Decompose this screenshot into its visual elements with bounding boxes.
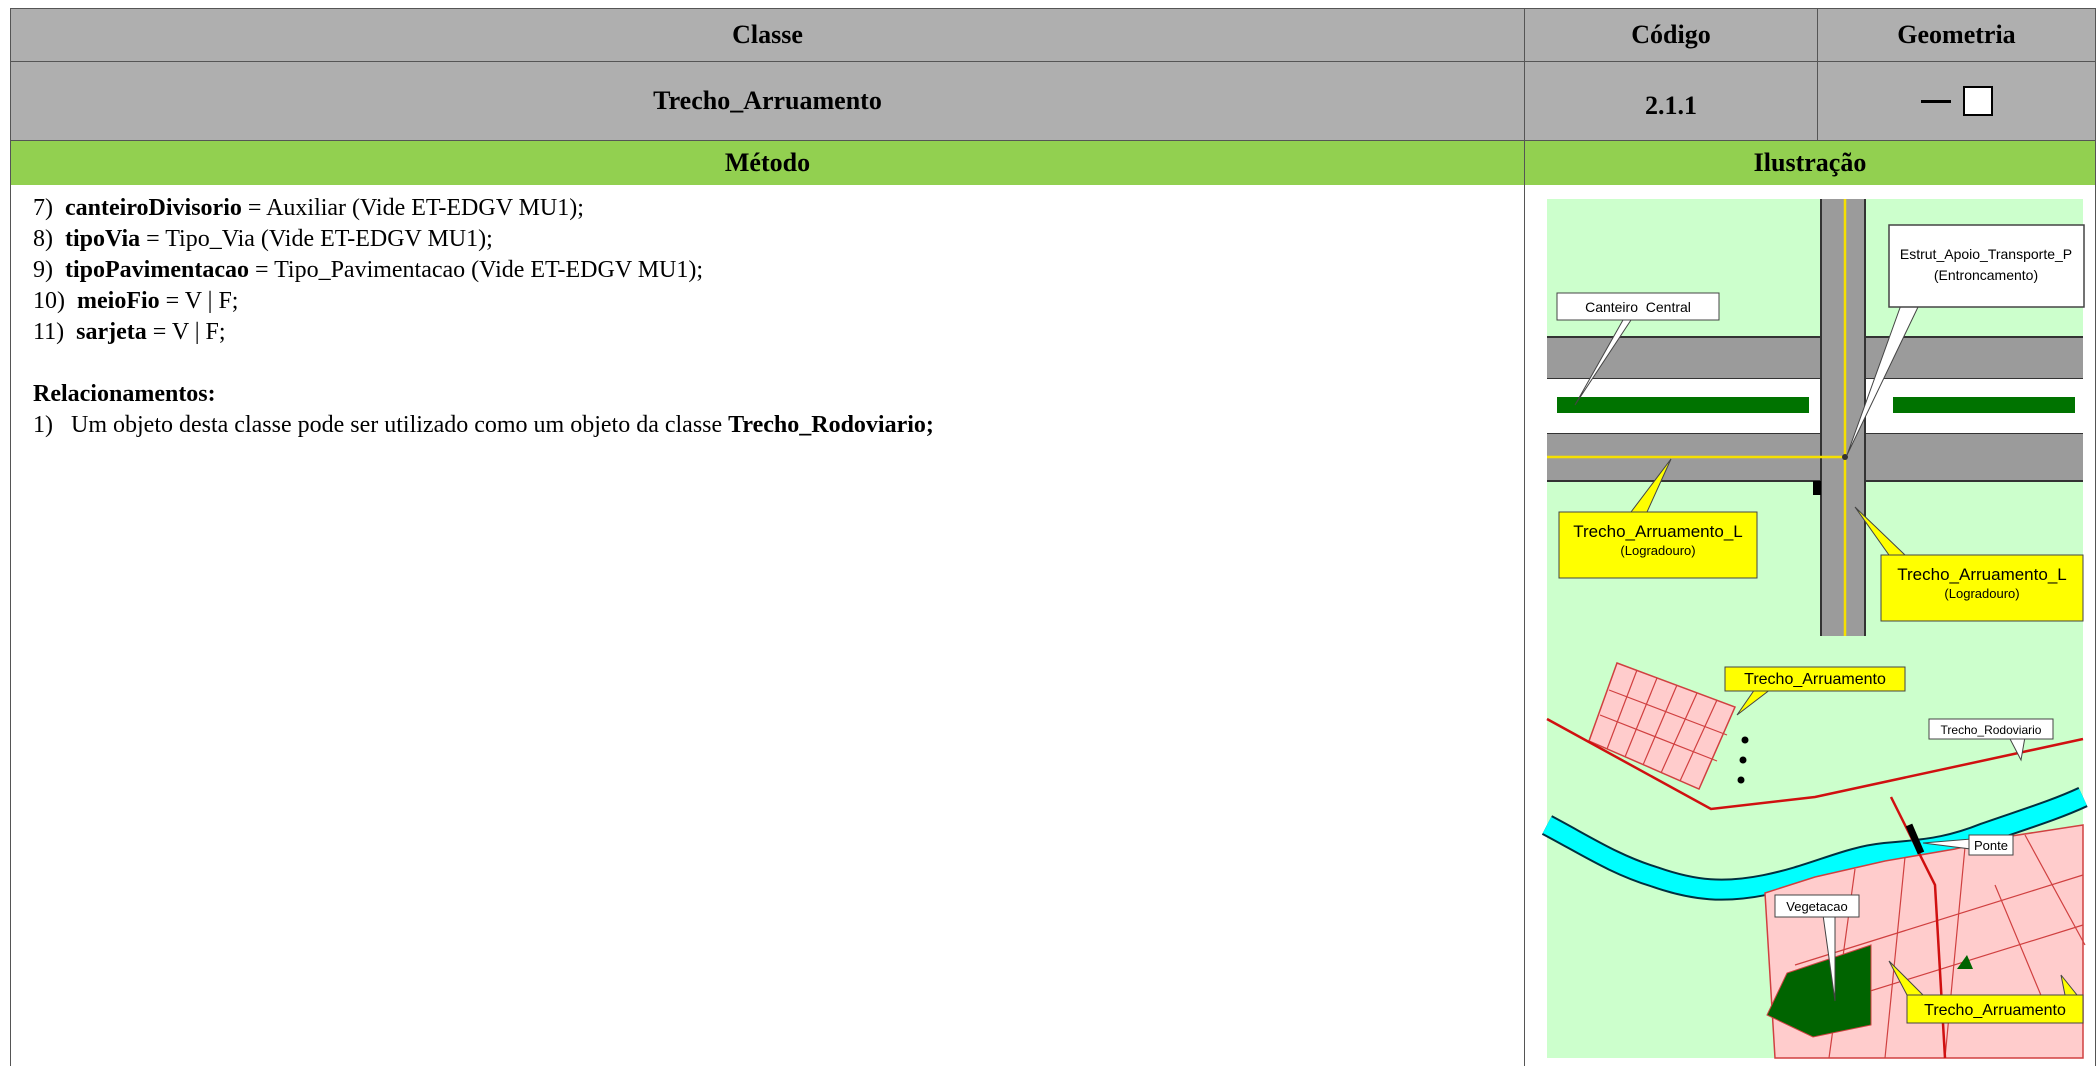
- header-classe-label: Classe: [732, 20, 803, 49]
- illustration-map: Canteiro Central Estrut_Apoio_Transporte…: [1541, 199, 2088, 1059]
- label-trecho-left-2: (Logradouro): [1620, 543, 1695, 558]
- header-classe: Classe: [10, 8, 1525, 62]
- method-item: 11) sarjeta = V | F;: [33, 319, 226, 345]
- median-left: [1557, 397, 1809, 413]
- road-north-lane: [1547, 337, 2083, 379]
- header-codigo: Código: [1524, 8, 1818, 62]
- method-item: 10) meioFio = V | F;: [33, 288, 239, 314]
- relationship-item: 1) Um objeto desta classe pode ser utili…: [33, 412, 934, 438]
- section-ilustracao: Ilustração: [1524, 140, 2096, 186]
- method-text: 7) canteiroDivisorio = Auxiliar (Vide ET…: [11, 185, 1524, 441]
- label-estrut-2: (Entroncamento): [1934, 267, 2038, 283]
- section-ilustracao-label: Ilustração: [1753, 148, 1867, 177]
- method-cell: 7) canteiroDivisorio = Auxiliar (Vide ET…: [10, 185, 1525, 1066]
- header-geometria-label: Geometria: [1897, 20, 2016, 49]
- polygon-geometry-icon: [1962, 86, 1993, 116]
- class-code-cell: 2.1.1: [1524, 61, 1818, 141]
- section-metodo-label: Método: [724, 148, 811, 177]
- label-trecho-right-1: Trecho_Arruamento_L: [1897, 565, 2066, 584]
- class-code: 2.1.1: [1645, 91, 1697, 120]
- line-geometry-icon: [1920, 99, 1951, 103]
- label-trecho-bottom: Trecho_Arruamento: [1924, 1002, 2066, 1019]
- header-codigo-label: Código: [1631, 20, 1711, 49]
- label-rodoviario: Trecho_Rodoviario: [1941, 723, 2042, 737]
- road-vertical: [1821, 199, 1865, 636]
- label-estrut-1: Estrut_Apoio_Transporte_P: [1900, 246, 2072, 262]
- label-trecho-right-2: (Logradouro): [1944, 586, 2019, 601]
- section-metodo: Método: [10, 140, 1525, 186]
- method-item: 7) canteiroDivisorio = Auxiliar (Vide ET…: [33, 195, 584, 221]
- relationships-title: Relacionamentos:: [33, 381, 216, 407]
- illustration-cell: Canteiro Central Estrut_Apoio_Transporte…: [1524, 185, 2096, 1066]
- class-name-cell: Trecho_Arruamento: [10, 61, 1525, 141]
- label-canteiro: Canteiro Central: [1585, 299, 1691, 315]
- method-item: 9) tipoPavimentacao = Tipo_Pavimentacao …: [33, 257, 704, 283]
- geometry-cell: [1817, 61, 2096, 141]
- label-trecho-top: Trecho_Arruamento: [1744, 671, 1886, 688]
- class-name: Trecho_Arruamento: [653, 86, 882, 115]
- label-vegetacao: Vegetacao: [1786, 899, 1847, 914]
- class-sheet: Classe Código Geometria Trecho_Arruament…: [10, 8, 2096, 1066]
- header-geometria: Geometria: [1817, 8, 2096, 62]
- method-item: 8) tipoVia = Tipo_Via (Vide ET-EDGV MU1)…: [33, 226, 493, 252]
- median-right: [1893, 397, 2075, 413]
- label-ponte: Ponte: [1974, 838, 2008, 853]
- label-trecho-left-1: Trecho_Arruamento_L: [1573, 522, 1742, 541]
